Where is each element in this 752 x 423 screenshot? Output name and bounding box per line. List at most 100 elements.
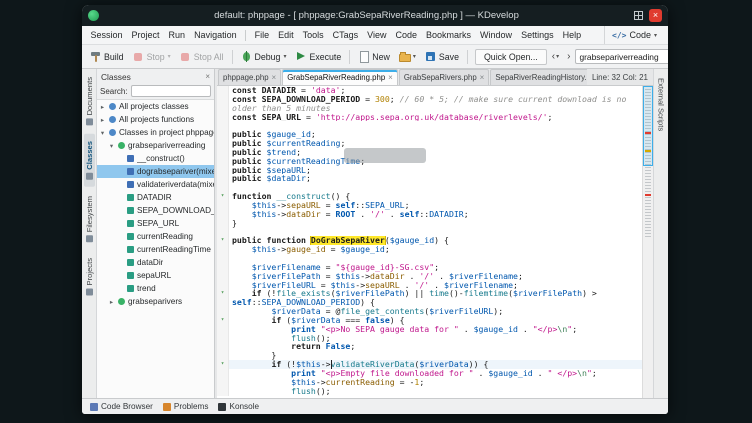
tree-item-sepa-url[interactable]: SEPA_URL — [97, 217, 214, 230]
panel-close-icon[interactable]: × — [205, 72, 210, 81]
code-line[interactable]: print "<p>No SEPA gauge data for " . $ga… — [217, 325, 642, 334]
menu-item-view[interactable]: View — [363, 26, 391, 45]
editor-tab-separiverreadinghistory-php[interactable]: SepaRiverReadingHistory.php× — [490, 69, 587, 85]
code-line[interactable]: public $currentReading; — [217, 139, 642, 148]
code-line[interactable]: $riverData = @file_get_contents($riverFi… — [217, 307, 642, 316]
code-line[interactable]: $riverFileURL = $this->sepaURL . '/' . $… — [217, 281, 642, 290]
code-line[interactable]: const SEPA_DOWNLOAD_PERIOD = 300; // 60 … — [217, 95, 642, 104]
code-line[interactable]: print "<p>Empty file downloaded for " . … — [217, 369, 642, 378]
code-line[interactable]: ▾public function DoGrabSepaRiver($gauge_… — [217, 236, 642, 245]
tree-item-sepaurl[interactable]: sepaURL — [97, 269, 214, 282]
tab-close-icon[interactable]: × — [480, 73, 485, 82]
tree-item-construct[interactable]: __construct() — [97, 152, 214, 165]
code-line[interactable]: const SEPA_URL = 'http://apps.sepa.org.u… — [217, 113, 642, 122]
toolview-button-konsole[interactable]: Konsole — [214, 401, 263, 412]
code-line[interactable] — [217, 121, 642, 130]
search-input[interactable]: grabsepariverreading — [579, 52, 668, 62]
window-layout-icon[interactable] — [634, 11, 643, 20]
editor-tab-grabsepariverreading-php[interactable]: GrabSepaRiverReading.php× — [282, 69, 398, 85]
tree-item-all-projects-functions[interactable]: ▸All projects functions — [97, 113, 214, 126]
menu-item-code[interactable]: Code — [391, 26, 422, 45]
code-line[interactable]: public $sepaURL; — [217, 166, 642, 175]
tree-item-grabseparivers[interactable]: ▸grabseparivers — [97, 295, 214, 308]
expander-icon[interactable]: ▾ — [99, 129, 106, 137]
fold-marker[interactable]: ▾ — [217, 360, 229, 369]
history-forward-button[interactable]: › — [564, 50, 573, 63]
fold-marker[interactable]: ▾ — [217, 236, 229, 245]
title-bar[interactable]: default: phppage - [ phppage:GrabSepaRiv… — [82, 5, 668, 26]
toolbar-button-open[interactable]: ▾ — [395, 49, 420, 64]
code-line[interactable] — [217, 254, 642, 263]
classes-search-input[interactable] — [131, 85, 211, 97]
code-line[interactable]: ▾ if (!file_exists($riverFilePath) || ti… — [217, 289, 642, 298]
menu-item-tools[interactable]: Tools — [298, 26, 328, 45]
code-line[interactable]: } — [217, 219, 642, 228]
code-line[interactable]: const DATADIR = 'data'; — [217, 86, 642, 95]
toolview-button-problems[interactable]: Problems — [159, 401, 213, 412]
toolbar-button-save[interactable]: Save — [421, 49, 463, 64]
tree-item-sepa-download-period[interactable]: SEPA_DOWNLOAD_PERIOD — [97, 204, 214, 217]
tree-item-all-projects-classes[interactable]: ▸All projects classes — [97, 100, 214, 113]
toolbar-button-new[interactable]: New — [354, 49, 394, 64]
menu-item-navigation[interactable]: Navigation — [190, 26, 242, 45]
tab-documents[interactable]: Documents — [84, 70, 95, 132]
menu-item-project[interactable]: Project — [127, 26, 164, 45]
tree-item-dograbsepariver-mixed[interactable]: dograbsepariver(mixed) — [97, 165, 214, 178]
editor-tab-grabseparivers-php[interactable]: GrabSepaRivers.php× — [399, 69, 489, 85]
tab-filesystem[interactable]: Filesystem — [84, 189, 95, 249]
code-editor[interactable]: const DATADIR = 'data';const SEPA_DOWNLO… — [217, 86, 653, 398]
code-line[interactable]: $this->gauge_id = $gauge_id; — [217, 245, 642, 254]
menu-item-ctags[interactable]: CTags — [328, 26, 363, 45]
toolbar-button-execute[interactable]: Execute — [291, 49, 345, 64]
tab-close-icon[interactable]: × — [388, 73, 393, 82]
code-line[interactable]: $riverFilename = "${gauge_id}-SG.csv"; — [217, 263, 642, 272]
toolbar-button-stop[interactable]: Stop▾ — [129, 49, 175, 64]
code-line[interactable]: public $trend; — [217, 148, 642, 157]
menu-item-settings[interactable]: Settings — [517, 26, 559, 45]
code-line[interactable]: ▾function __construct() { — [217, 192, 642, 201]
editor-tab-phppage-php[interactable]: phppage.php× — [218, 69, 281, 85]
code-line[interactable]: older than 5 minutes — [217, 104, 642, 113]
code-line[interactable]: ▾ if ($riverData === false) { — [217, 316, 642, 325]
editor-minimap-scrollbar[interactable] — [642, 86, 653, 398]
tree-item-currentreadingtime[interactable]: currentReadingTime — [97, 243, 214, 256]
tab-close-icon[interactable]: × — [272, 73, 277, 82]
fold-marker[interactable]: ▾ — [217, 192, 229, 201]
tree-item-grabsepariverreading[interactable]: ▾grabsepariverreading — [97, 139, 214, 152]
code-line[interactable]: public $currentReadingTime; — [217, 157, 642, 166]
minimap-viewport[interactable] — [643, 86, 653, 166]
menu-item-run[interactable]: Run — [164, 26, 190, 45]
fold-marker[interactable]: ▾ — [217, 289, 229, 298]
code-line[interactable]: $this->sepaURL = self::SEPA_URL; — [217, 201, 642, 210]
menu-item-window[interactable]: Window — [476, 26, 517, 45]
history-back-button[interactable]: ‹▾ — [549, 50, 562, 63]
menu-item-help[interactable]: Help — [558, 26, 586, 45]
tree-item-datadir[interactable]: DATADIR — [97, 191, 214, 204]
expander-icon[interactable]: ▸ — [108, 298, 115, 306]
tab-external-scripts[interactable]: External Scripts — [656, 71, 667, 138]
tree-item-trend[interactable]: trend — [97, 282, 214, 295]
toolbar-button-debug[interactable]: Debug▾ — [237, 49, 291, 64]
tab-classes[interactable]: Classes — [84, 134, 95, 187]
code-line[interactable]: $riverFilePath = $this->dataDir . '/' . … — [217, 272, 642, 281]
code-area-button[interactable]: </> Code ▾ — [604, 26, 664, 44]
toolview-button-code-browser[interactable]: Code Browser — [86, 401, 157, 412]
tree-item-datadir[interactable]: dataDir — [97, 256, 214, 269]
code-line[interactable]: $this->dataDir = ROOT . '/' . self::DATA… — [217, 210, 642, 219]
toolbar-button-build[interactable]: Build — [86, 49, 128, 64]
toolbar-button-stop-all[interactable]: Stop All — [176, 49, 228, 64]
menu-item-edit[interactable]: Edit — [274, 26, 299, 45]
code-line[interactable]: ▾ if (!$this->validateRiverData($riverDa… — [217, 360, 642, 369]
expander-icon[interactable]: ▸ — [99, 103, 106, 111]
code-line[interactable]: $this->currentReading = -1; — [217, 378, 642, 387]
fold-marker[interactable]: ▾ — [217, 316, 229, 325]
code-line[interactable] — [217, 183, 642, 192]
code-line[interactable]: flush(); — [217, 334, 642, 343]
code-line[interactable]: self::SEPA_DOWNLOAD_PERIOD) { — [217, 298, 642, 307]
code-line[interactable]: return False; — [217, 342, 642, 351]
code-line[interactable]: flush(); — [217, 387, 642, 396]
menu-item-bookmarks[interactable]: Bookmarks — [422, 26, 476, 45]
tree-item-currentreading[interactable]: currentReading — [97, 230, 214, 243]
menu-item-file[interactable]: File — [250, 26, 274, 45]
quick-open-button[interactable]: Quick Open... — [475, 49, 547, 65]
